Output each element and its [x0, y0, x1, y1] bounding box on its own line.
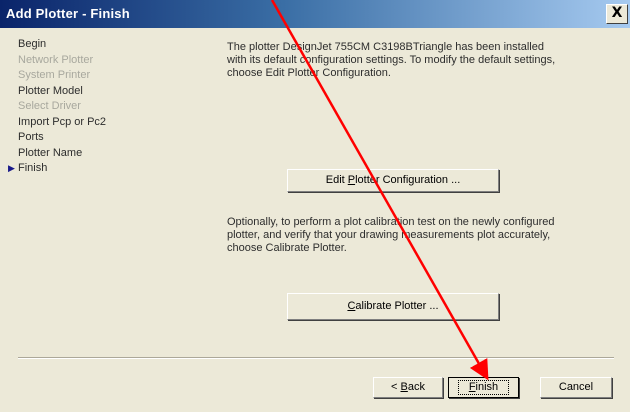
add-plotter-dialog: Add Plotter - Finish X Begin Network Plo… [0, 0, 630, 412]
red-arrow-icon [270, 0, 489, 381]
